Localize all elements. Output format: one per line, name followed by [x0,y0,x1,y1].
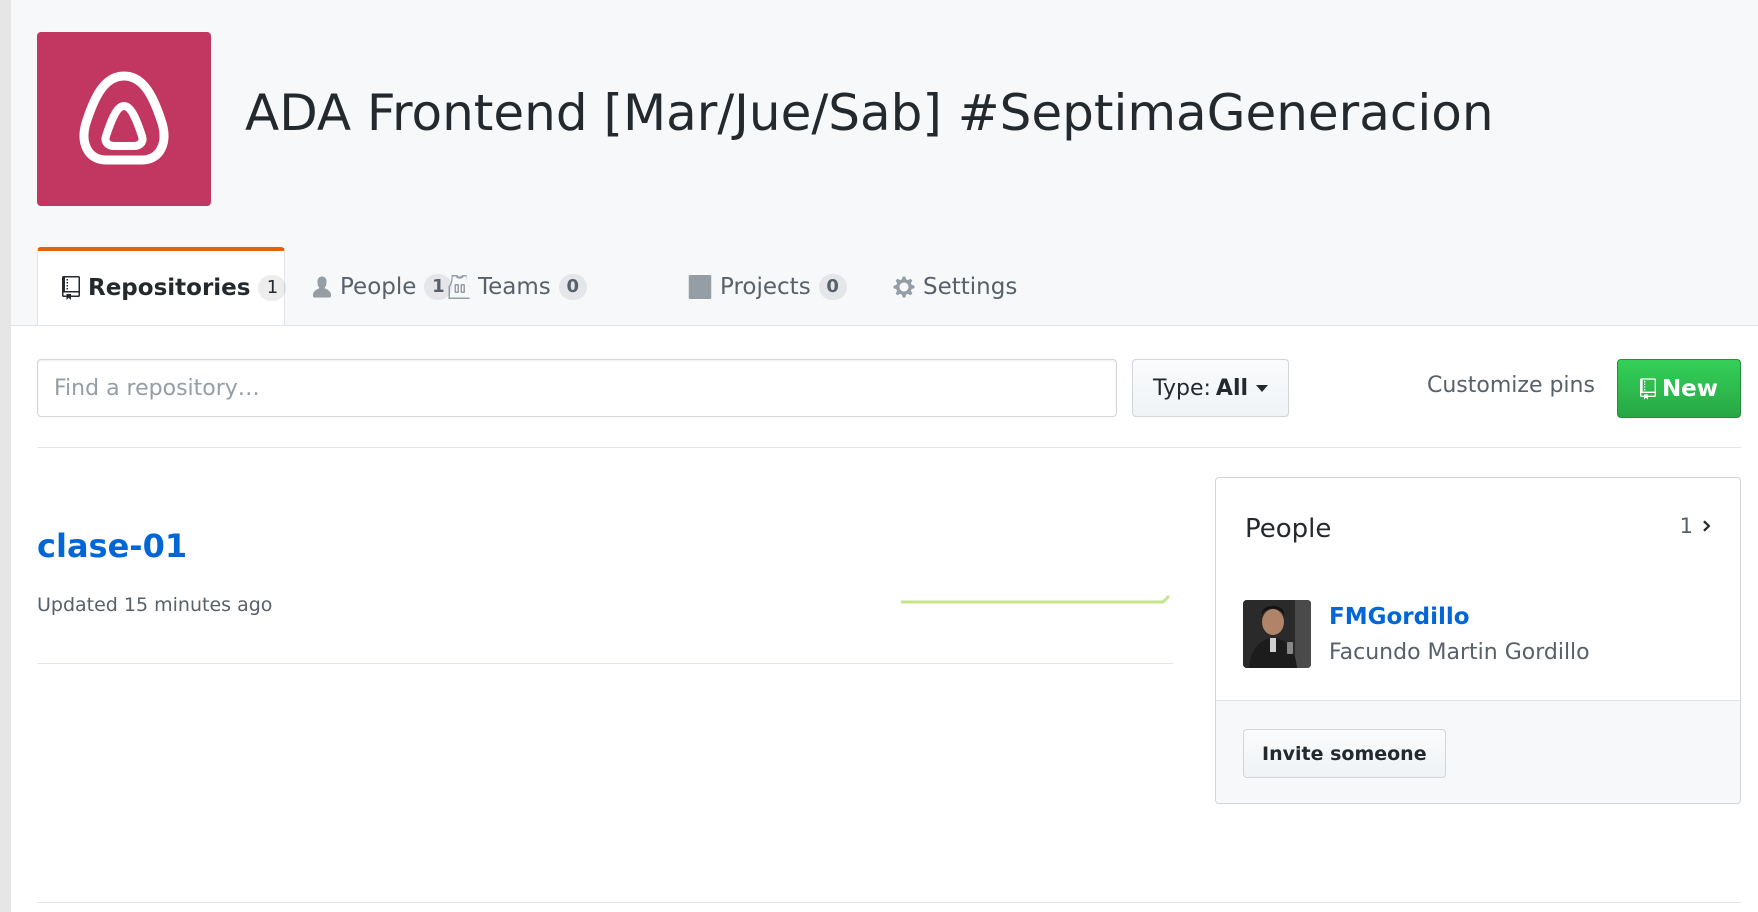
activity-sparkline [901,594,1171,604]
tab-projects[interactable]: Projects 0 [688,248,847,325]
tab-teams[interactable]: Teams 0 [448,248,587,325]
type-filter-value: All [1215,375,1249,401]
jersey-icon [448,274,470,299]
repo-divider [37,663,1173,664]
gear-icon [893,275,915,299]
window-edge [0,0,11,912]
new-button-label: New [1661,375,1719,402]
repo-icon [1639,377,1656,400]
tab-counter: 0 [558,273,587,300]
divider [37,447,1741,448]
member-avatar[interactable] [1243,600,1311,668]
people-box: People 1 FMGordillo Facundo Martin Gordi… [1215,477,1741,804]
tab-people[interactable]: People 1 [312,248,453,325]
repo-updated-time: Updated 15 minutes ago [37,594,273,616]
repo-icon [62,276,80,300]
chevron-right-icon [1703,520,1711,532]
type-filter-label: Type: [1152,375,1211,401]
type-filter-button[interactable]: Type: All [1132,359,1289,417]
people-count: 1 [1679,514,1693,538]
member-login-link[interactable]: FMGordillo [1329,604,1470,630]
tab-counter: 0 [818,273,847,300]
person-icon [312,275,332,299]
tab-label: People [340,273,417,300]
org-name: ADA Frontend [Mar/Jue/Sab] #SeptimaGener… [245,84,1494,142]
customize-pins-link[interactable]: Customize pins [1427,373,1595,398]
project-icon [688,274,712,299]
search-input[interactable] [37,359,1117,417]
invite-someone-button[interactable]: Invite someone [1243,729,1446,778]
tab-settings[interactable]: Settings [893,248,1017,325]
people-count-link[interactable]: 1 [1680,514,1712,538]
tab-label: Repositories [88,275,251,301]
new-repo-button[interactable]: New [1617,359,1741,418]
tab-label: Projects [720,273,811,300]
people-box-title: People [1245,514,1332,544]
tab-repositories[interactable]: Repositories 1 [37,247,287,325]
repo-link[interactable]: clase-01 [37,527,187,565]
people-box-footer: Invite someone [1216,700,1740,803]
org-avatar [37,32,211,206]
bottom-divider [37,902,1741,903]
caret-down-icon [1256,384,1269,392]
ada-logo-icon [79,71,169,165]
tab-label: Settings [923,273,1018,300]
tab-label: Teams [478,273,551,300]
tab-counter: 1 [258,275,287,301]
member-full-name: Facundo Martin Gordillo [1329,640,1590,665]
